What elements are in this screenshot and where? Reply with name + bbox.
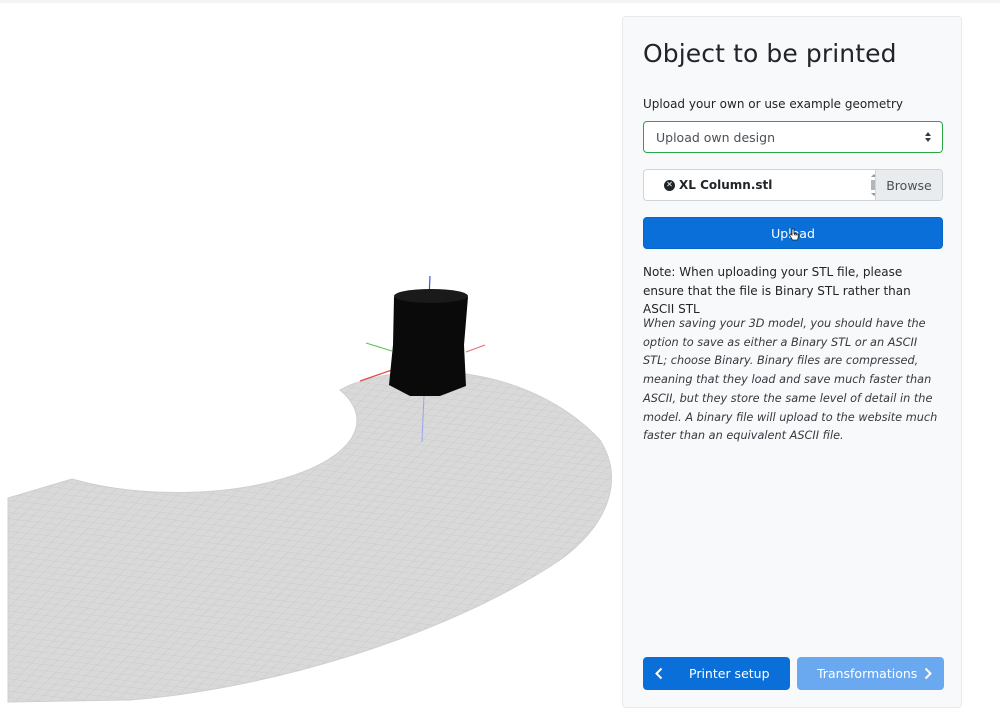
selected-file: ✕ XL Column.stl — [664, 170, 772, 200]
chevron-right-icon — [924, 667, 932, 680]
viewport-canvas[interactable] — [0, 0, 620, 720]
transformations-button[interactable]: Transformations — [797, 657, 944, 690]
transformations-label: Transformations — [817, 666, 918, 681]
hand-cursor-icon — [788, 228, 799, 241]
3d-viewport[interactable] — [0, 0, 620, 720]
source-label: Upload your own or use example geometry — [643, 97, 903, 111]
printed-object-column[interactable] — [389, 289, 468, 396]
chevron-left-icon — [655, 667, 663, 680]
printer-setup-label: Printer setup — [689, 666, 770, 681]
print-bed — [7, 370, 612, 703]
panel-title: Object to be printed — [643, 39, 897, 68]
side-panel: Object to be printed Upload your own or … — [622, 16, 962, 708]
binary-stl-info: When saving your 3D model, you should ha… — [643, 317, 938, 443]
clear-file-icon[interactable]: ✕ — [664, 179, 675, 191]
source-select-value: Upload own design — [656, 129, 776, 145]
file-input[interactable]: ✕ XL Column.stl Browse — [643, 169, 943, 201]
printer-setup-button[interactable]: Printer setup — [643, 657, 790, 690]
browse-button[interactable]: Browse — [875, 170, 942, 200]
file-name: XL Column.stl — [679, 178, 773, 192]
stl-format-note: Note: When uploading your STL file, plea… — [643, 265, 911, 316]
source-select[interactable]: Upload own design — [643, 121, 943, 153]
select-arrows-icon — [925, 132, 931, 142]
